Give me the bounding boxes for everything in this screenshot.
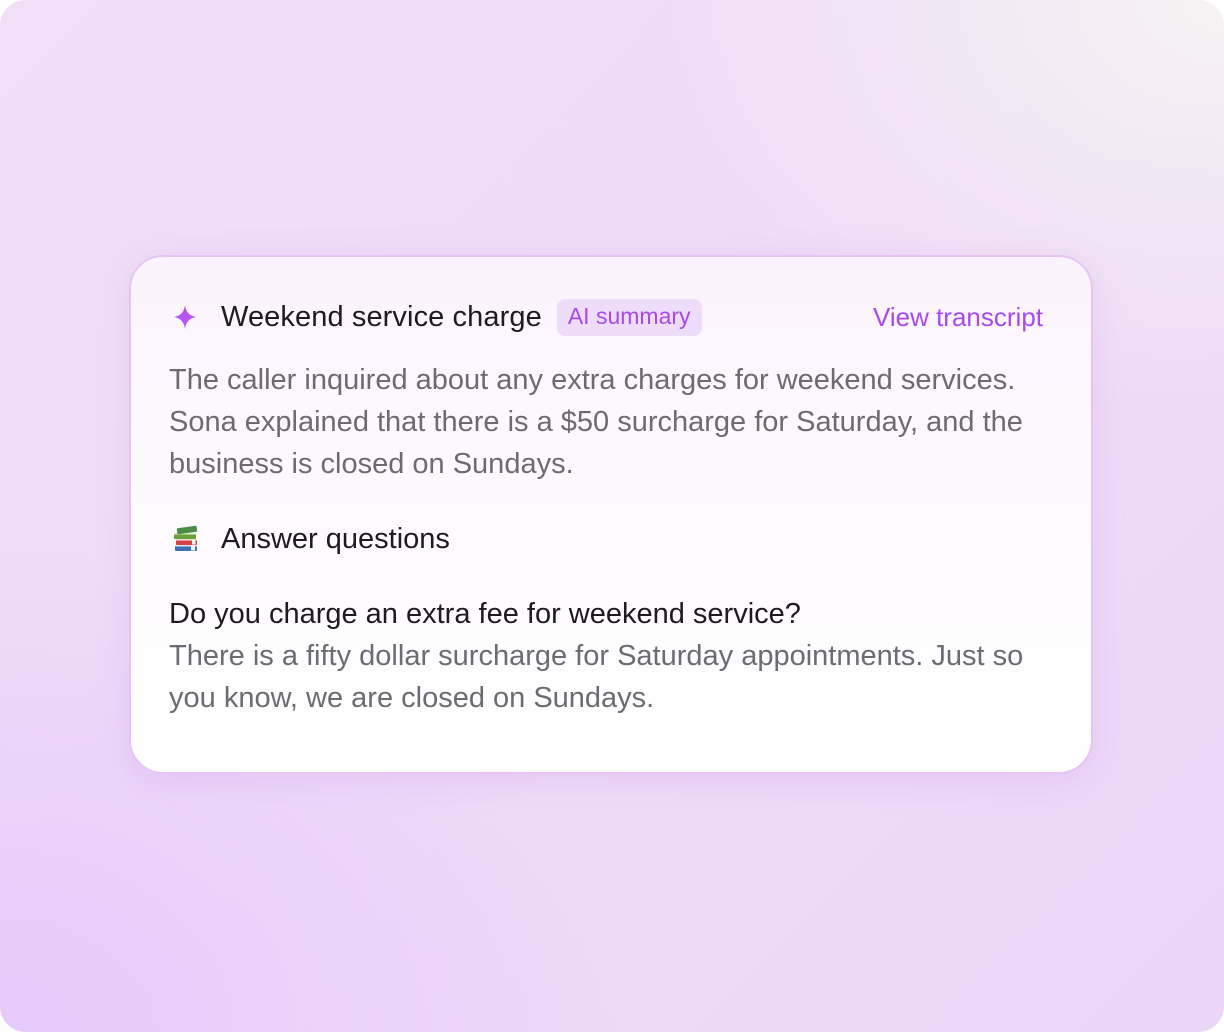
call-summary-card: Weekend service charge AI summary View t… xyxy=(129,255,1093,774)
ai-summary-badge: AI summary xyxy=(556,298,702,336)
background: Weekend service charge AI summary View t… xyxy=(0,0,1224,1032)
faq-question: Do you charge an extra fee for weekend s… xyxy=(169,598,801,630)
sparkle-icon xyxy=(171,303,199,331)
summary-text: The caller inquired about any extra char… xyxy=(169,364,1023,480)
answer-questions-section: Answer questions xyxy=(171,517,450,561)
section-title: Answer questions xyxy=(221,522,450,555)
books-icon xyxy=(171,524,201,554)
view-transcript-link[interactable]: View transcript xyxy=(873,302,1043,333)
card-header: Weekend service charge AI summary View t… xyxy=(171,295,1043,339)
faq-answer: There is a fifty dollar surcharge for Sa… xyxy=(169,640,1024,714)
card-title: Weekend service charge xyxy=(221,300,542,333)
